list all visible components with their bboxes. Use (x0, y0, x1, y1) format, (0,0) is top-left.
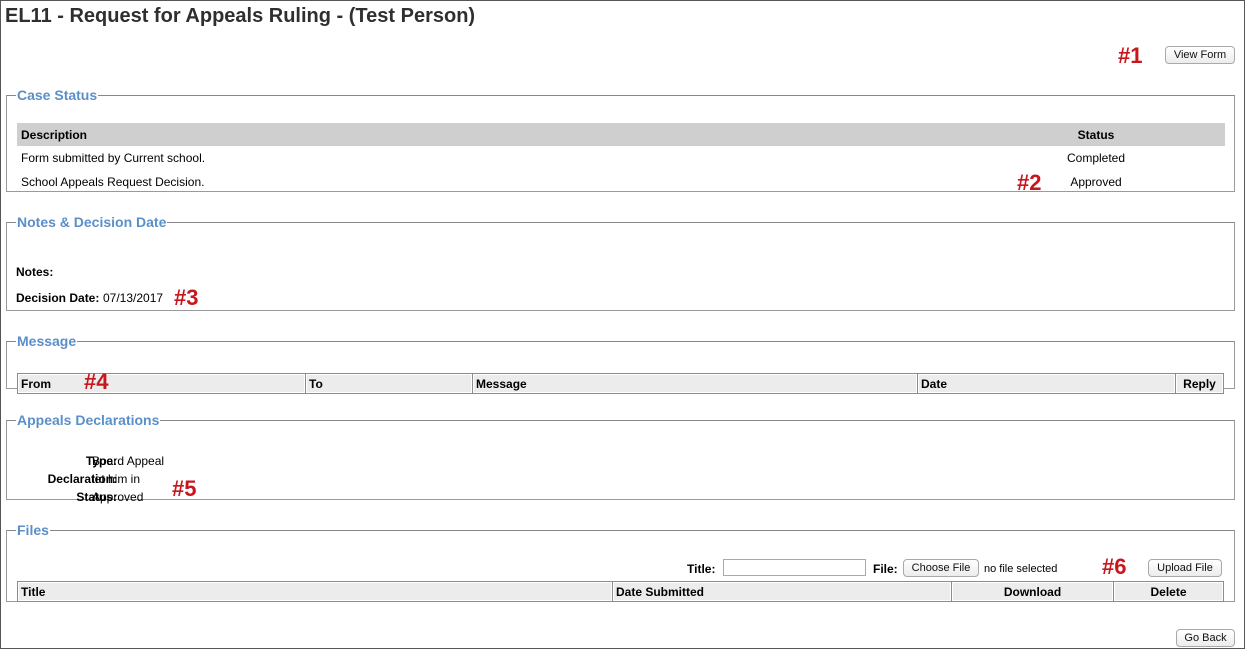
column-header-message: Message (472, 373, 918, 394)
notes-decision-legend: Notes & Decision Date (17, 214, 167, 230)
table-row: Form submitted by Current school. Comple… (17, 146, 1225, 170)
go-back-button[interactable]: Go Back (1176, 629, 1235, 647)
files-table: Title Date Submitted Download Delete (17, 581, 1224, 602)
annotation-marker-4: #4 (84, 369, 109, 394)
case-status-legend: Case Status (17, 87, 98, 103)
message-legend: Message (17, 333, 77, 349)
column-header-to: To (305, 373, 473, 394)
files-legend: Files (17, 522, 49, 538)
annotation-marker-3: #3 (174, 285, 199, 310)
notes-decision-section: Notes & Decision Date Notes: Decision Da… (6, 214, 1235, 311)
decision-date-value: 07/13/2017 (103, 291, 164, 305)
decision-date-label: Decision Date: (16, 291, 100, 305)
column-header-from: From (17, 373, 306, 394)
column-header-download: Download (951, 581, 1114, 602)
notes-label: Notes: (16, 265, 54, 279)
case-status-table: Description Status Form submitted by Cur… (17, 123, 1225, 194)
column-header-title: Title (17, 581, 613, 602)
upload-file-button[interactable]: Upload File (1148, 559, 1222, 577)
case-status-section: Case Status Description Status Form subm… (6, 87, 1235, 195)
choose-file-button[interactable]: Choose File (903, 559, 979, 577)
column-header-description: Description (17, 123, 967, 146)
table-row: School Appeals Request Decision. Approve… (17, 170, 1225, 194)
view-form-button[interactable]: View Form (1165, 46, 1235, 64)
file-title-input[interactable] (723, 559, 866, 576)
message-section: Message From To Message Date Reply #4 (6, 333, 1235, 394)
status-value: Approved (92, 490, 144, 504)
message-table: From To Message Date Reply (17, 373, 1224, 394)
appeals-declarations-section: Appeals Declarations Type: Board Appeal … (6, 412, 1235, 504)
column-header-delete: Delete (1113, 581, 1224, 602)
type-value: Board Appeal (92, 454, 165, 468)
file-status-text: no file selected (984, 563, 1058, 575)
column-header-status: Status (967, 123, 1225, 146)
row-status: Completed (1066, 151, 1126, 165)
annotation-marker-6: #6 (1102, 554, 1127, 579)
file-title-label: Title: (687, 562, 716, 576)
row-status: Approved (1070, 175, 1122, 189)
files-section: Files Title: File: Choose File no file s… (6, 522, 1235, 602)
annotation-marker-1: #1 (1118, 43, 1143, 68)
annotation-marker-2: #2 (1017, 170, 1042, 195)
row-description: School Appeals Request Decision. (21, 175, 205, 189)
file-label: File: (873, 562, 898, 576)
row-description: Form submitted by Current school. (21, 151, 206, 165)
column-header-reply: Reply (1175, 373, 1224, 394)
message-header-row: From To Message Date Reply (17, 373, 1224, 394)
column-header-date-submitted: Date Submitted (612, 581, 952, 602)
case-status-header-row: Description Status (17, 123, 1225, 146)
page-title: EL11 - Request for Appeals Ruling - (Tes… (5, 5, 476, 27)
appeals-declarations-legend: Appeals Declarations (17, 412, 160, 428)
files-header-row: Title Date Submitted Download Delete (17, 581, 1224, 602)
column-header-date: Date (917, 373, 1176, 394)
annotation-marker-5: #5 (172, 476, 197, 501)
declaration-value: let him in (92, 472, 141, 486)
